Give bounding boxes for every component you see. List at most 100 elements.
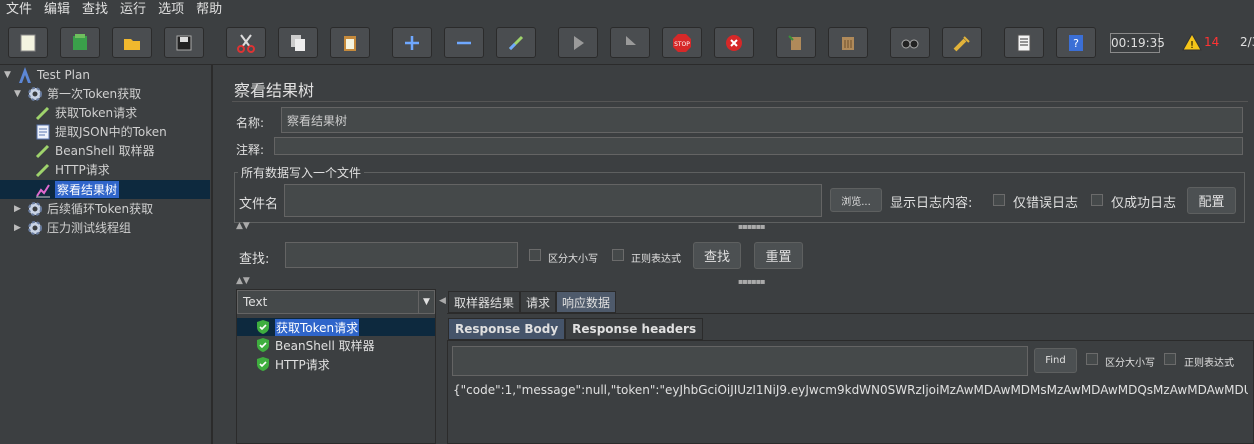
result-item[interactable]: BeanShell 取样器 (255, 336, 375, 354)
open-button[interactable] (112, 27, 152, 58)
tab-response-data[interactable]: 响应数据 (556, 291, 617, 313)
split-arrows[interactable]: ▲▼ (236, 221, 250, 231)
divider (447, 313, 1254, 314)
templates-icon (73, 33, 87, 50)
clear-all-icon (842, 36, 854, 50)
split-arrows[interactable]: ◀ (439, 296, 446, 306)
clear-icon (788, 34, 801, 50)
comment-label: 注释: (236, 143, 265, 157)
menu-help[interactable]: 帮助 (190, 0, 228, 19)
shutdown-icon (726, 34, 742, 51)
reset-search-button[interactable] (942, 27, 982, 58)
tree-node-thread-group-3[interactable]: ▶ 压力测试线程组 (14, 218, 131, 237)
clear-all-button[interactable] (828, 27, 868, 58)
menu-options[interactable]: 选项 (152, 0, 190, 19)
pipette-icon (34, 142, 52, 160)
tree-node-http-sampler-token[interactable]: 获取Token请求 (34, 103, 137, 122)
success-shield-icon (255, 319, 271, 335)
tree-node-view-results-tree[interactable]: 察看结果树 (0, 180, 210, 199)
start-icon (574, 35, 584, 50)
start-button[interactable] (558, 27, 598, 58)
reset-button[interactable]: 重置 (754, 242, 803, 269)
help-button[interactable]: ? (1056, 27, 1096, 58)
tree-node-beanshell-sampler[interactable]: BeanShell 取样器 (34, 141, 155, 160)
copy-button[interactable] (278, 27, 318, 58)
expand-button[interactable] (392, 27, 432, 58)
save-button[interactable] (164, 27, 204, 58)
svg-text:STOP: STOP (674, 41, 690, 48)
tree-node-thread-group-1[interactable]: ▼ 第一次Token获取 (14, 84, 141, 103)
split-arrows[interactable]: ▲▼ (236, 276, 250, 286)
search-label: 查找: (239, 252, 270, 267)
regex-checkbox[interactable] (1164, 353, 1176, 365)
chevron-down-icon[interactable]: ▼ (418, 291, 434, 313)
warning-icon: ! (1182, 33, 1202, 51)
elapsed-timer: 00:19:35 (1110, 33, 1165, 53)
find-input[interactable] (452, 346, 1028, 376)
regex-checkbox[interactable] (612, 249, 624, 261)
new-button[interactable] (8, 27, 48, 58)
function-helper-icon (1017, 34, 1031, 51)
name-field[interactable]: 察看结果树 (281, 107, 1243, 133)
tree-node-test-plan[interactable]: ▼ Test Plan (4, 65, 90, 84)
response-body-text[interactable]: {"code":1,"message":null,"token":"eyJhbG… (453, 383, 1248, 397)
case-sensitive-checkbox[interactable] (1086, 353, 1098, 365)
file-group-title: 所有数据写入一个文件 (238, 164, 365, 181)
result-item[interactable]: 获取Token请求 (237, 318, 435, 336)
tab-response-body[interactable]: Response Body (448, 318, 566, 340)
divider (232, 101, 1248, 102)
toggle-button[interactable] (496, 27, 536, 58)
gear-icon (26, 219, 44, 237)
tab-response-headers[interactable]: Response headers (565, 318, 704, 340)
search-button[interactable] (890, 27, 930, 58)
menu-edit[interactable]: 编辑 (38, 0, 76, 19)
browse-button[interactable]: 浏览... (830, 188, 882, 212)
result-tabs: 取样器结果 请求 响应数据 (448, 291, 617, 313)
document-icon (34, 123, 52, 141)
collapse-button[interactable] (444, 27, 484, 58)
errors-only-checkbox[interactable] (993, 194, 1005, 206)
search-button[interactable]: 查找 (693, 242, 741, 269)
success-only-checkbox[interactable] (1091, 194, 1103, 206)
menu-search[interactable]: 查找 (76, 0, 114, 19)
clear-button[interactable] (776, 27, 816, 58)
tree-node-http-request[interactable]: HTTP请求 (34, 160, 110, 179)
test-plan-tree: ▼ Test Plan ▼ 第一次Token获取 获取Token请求 提取JSO… (0, 65, 213, 444)
test-plan-icon (16, 66, 34, 84)
renderer-select[interactable]: Text ▼ (237, 290, 435, 314)
case-sensitive-label: 区分大小写 (548, 254, 598, 265)
toggle-icon (508, 35, 524, 50)
start-no-pause-button[interactable] (610, 27, 650, 58)
save-icon (176, 35, 192, 50)
paste-button[interactable] (330, 27, 370, 58)
tab-request[interactable]: 请求 (520, 291, 557, 313)
cut-button[interactable] (226, 27, 266, 58)
split-grip[interactable]: ▪▪▪▪▪▪ (738, 222, 766, 231)
configure-button[interactable]: 配置 (1187, 187, 1236, 214)
function-helper-button[interactable] (1004, 27, 1044, 58)
find-button[interactable]: Find (1034, 348, 1077, 373)
file-name-label: 文件名 (239, 197, 279, 212)
tab-sampler-result[interactable]: 取样器结果 (448, 291, 521, 313)
templates-button[interactable] (60, 27, 100, 58)
stop-icon: STOP (673, 33, 691, 52)
search-input[interactable] (285, 242, 518, 268)
renderer-value: Text (243, 295, 268, 309)
log-content-label: 显示日志内容: (890, 196, 973, 211)
tree-node-thread-group-2[interactable]: ▶ 后续循环Token获取 (14, 199, 153, 218)
stop-button[interactable]: STOP (662, 27, 702, 58)
shutdown-button[interactable] (714, 27, 754, 58)
case-sensitive-label: 区分大小写 (1105, 358, 1155, 369)
result-item[interactable]: HTTP请求 (255, 355, 330, 373)
menu-run[interactable]: 运行 (114, 0, 152, 19)
split-grip[interactable]: ▪▪▪▪▪▪ (738, 277, 766, 286)
paste-icon (344, 35, 356, 51)
comment-field[interactable] (274, 137, 1243, 155)
response-subtabs: Response Body Response headers (448, 318, 704, 340)
warning-indicator[interactable]: ! 14 (1182, 33, 1219, 51)
menu-file[interactable]: 文件 (0, 0, 38, 19)
search-icon (901, 39, 919, 48)
file-name-field[interactable] (284, 184, 822, 217)
tree-node-json-extractor[interactable]: 提取JSON中的Token (34, 122, 167, 141)
case-sensitive-checkbox[interactable] (529, 249, 541, 261)
